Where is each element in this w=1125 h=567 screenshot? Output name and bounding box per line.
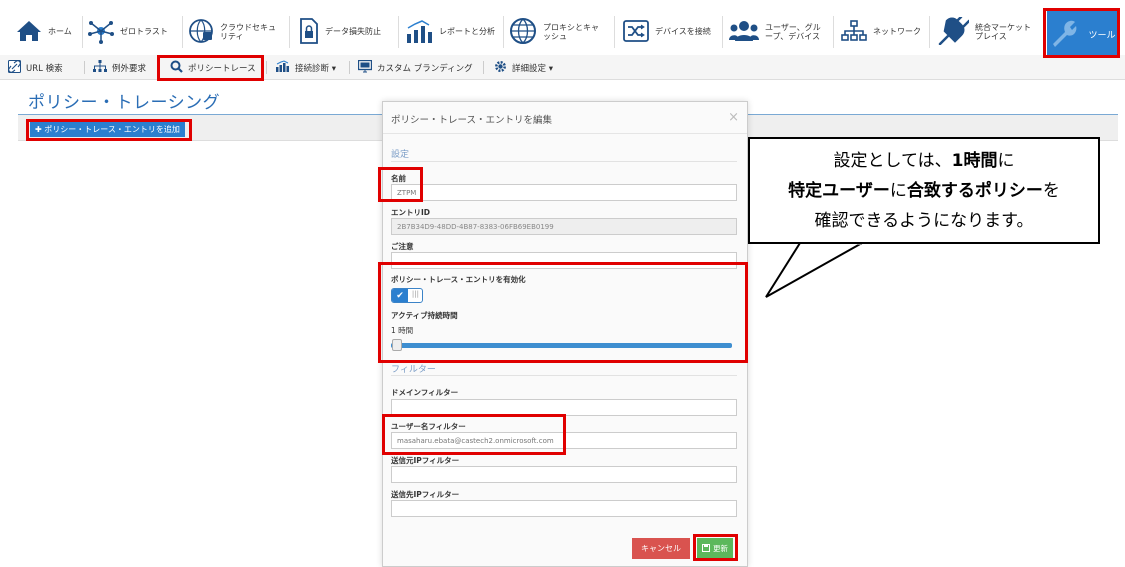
callout-text: 設定としては、1時間に 特定ユーザーに合致するポリシーを 確認できるようになりま…	[788, 146, 1060, 236]
enable-entry-toggle[interactable]: ✔ |||	[391, 288, 423, 303]
notes-label: ご注意	[391, 242, 414, 251]
explanation-callout: 設定としては、1時間に 特定ユーザーに合致するポリシーを 確認できるようになりま…	[748, 137, 1100, 244]
duration-label: アクティブ持続時間	[391, 311, 458, 320]
subnav-item-url-lookup[interactable]: URL 検索	[8, 55, 63, 80]
nav-item-dlp[interactable]: データ損失防止	[299, 6, 381, 58]
plug-icon	[937, 15, 971, 47]
enable-entry-label: ポリシー・トレース・エントリを有効化	[391, 275, 526, 284]
source-ip-filter-label: 送信元IPフィルター	[391, 456, 460, 465]
search-icon	[170, 60, 183, 76]
subnav-item-advanced-settings[interactable]: 詳細設定 ▾	[494, 55, 553, 80]
name-field[interactable]: ZTPM	[391, 184, 737, 201]
user-filter-label: ユーザー名フィルター	[391, 422, 466, 431]
source-ip-filter-field[interactable]	[391, 466, 737, 483]
nav-item-marketplace[interactable]: 統合マーケット プレイス	[937, 6, 1031, 58]
shuffle-icon	[623, 20, 649, 44]
save-icon	[702, 543, 710, 554]
entry-id-label: エントリID	[391, 208, 431, 217]
duration-slider-handle[interactable]	[392, 339, 402, 351]
nav-item-tools[interactable]: ツール	[1047, 11, 1117, 57]
page-title: ポリシー・トレーシング	[28, 93, 221, 113]
nav-item-users-groups[interactable]: ユーザー、グル ープ、デバイス	[729, 6, 821, 58]
callout-line-1: 設定としては、1時間に	[833, 150, 1015, 171]
monitor-icon	[357, 59, 373, 76]
nav-item-zero-trust[interactable]: ゼロトラスト	[88, 6, 168, 58]
settings-section-heading: 設定	[391, 150, 410, 160]
name-label: 名前	[391, 174, 406, 183]
destination-ip-filter-field[interactable]	[391, 500, 737, 517]
filter-section-heading: フィルター	[391, 365, 436, 375]
link-icon	[8, 59, 21, 76]
callout-line-3: 確認できるようになります。	[814, 210, 1034, 231]
subnav-item-policy-trace[interactable]: ポリシートレース	[170, 55, 256, 80]
edit-policy-trace-modal: ポリシー・トレース・エントリを編集 × 設定 名前 ZTPM エントリID 2B…	[382, 101, 748, 567]
bar-chart-icon	[405, 18, 433, 46]
users-icon	[729, 19, 759, 45]
subnav-item-connection-diagnostics[interactable]: 接続診断 ▾	[276, 55, 336, 80]
cloud-lock-icon	[188, 18, 214, 46]
section-divider	[391, 375, 737, 376]
sitemap-icon	[841, 20, 867, 44]
chart-icon	[276, 60, 290, 75]
update-button[interactable]: 更新	[697, 538, 733, 559]
subnav-item-exception-requests[interactable]: 例外要求	[93, 55, 146, 80]
notes-field[interactable]	[391, 252, 737, 269]
user-filter-field[interactable]: masaharu.ebata@castech2.onmicrosoft.com	[391, 432, 737, 449]
document-lock-icon	[299, 18, 319, 46]
gear-icon	[494, 60, 507, 76]
subnav-item-custom-branding[interactable]: カスタム ブランディング	[357, 55, 473, 80]
nav-item-cloud-security[interactable]: クラウドセキュ リティ	[188, 6, 276, 58]
nav-item-network[interactable]: ネットワーク	[841, 6, 921, 58]
network-hub-icon	[88, 18, 114, 46]
nav-item-reports[interactable]: レポートと分析	[405, 6, 495, 58]
duration-value: 1 時間	[391, 326, 414, 335]
entry-id-field: 2B7B34D9-48DD-4B87-8383-06FB69EB0199	[391, 218, 737, 235]
add-policy-trace-entry-button[interactable]: ✚ ポリシー・トレース・エントリを追加	[30, 122, 185, 137]
home-icon	[16, 20, 42, 44]
check-icon: ✔	[392, 289, 408, 302]
callout-line-2: 特定ユーザーに合致するポリシーを	[788, 180, 1060, 201]
top-nav: ホーム ゼロトラスト クラウドセキュ リティ データ損失防止 レポートと分析 プ…	[0, 6, 1125, 58]
destination-ip-filter-label: 送信先IPフィルター	[391, 490, 460, 499]
domain-filter-field[interactable]	[391, 399, 737, 416]
nav-item-connect-devices[interactable]: デバイスを接続	[623, 6, 711, 58]
globe-icon	[509, 17, 537, 47]
section-divider	[391, 161, 737, 162]
cancel-button[interactable]: キャンセル	[632, 538, 690, 559]
close-icon[interactable]: ×	[728, 110, 739, 125]
wrench-icon	[1048, 17, 1080, 52]
sub-nav: URL 検索 例外要求 ポリシートレース 接続診断 ▾ カスタム ブランディング…	[0, 55, 1125, 80]
toggle-off-marker: |||	[411, 290, 419, 298]
modal-title: ポリシー・トレース・エントリを編集	[383, 102, 747, 134]
tree-icon	[93, 60, 107, 75]
duration-slider[interactable]	[391, 343, 732, 348]
nav-item-home[interactable]: ホーム	[16, 6, 72, 58]
domain-filter-label: ドメインフィルター	[391, 388, 459, 397]
nav-item-proxy-cache[interactable]: プロキシとキャ ッシュ	[509, 6, 599, 58]
